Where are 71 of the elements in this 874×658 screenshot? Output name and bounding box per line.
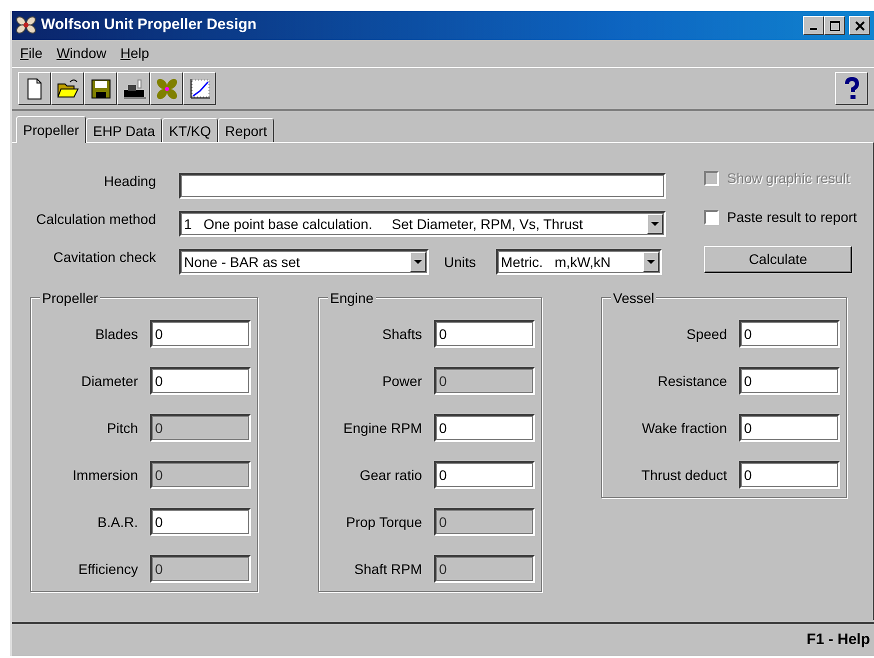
field-label: Blades <box>95 324 138 344</box>
help-button[interactable] <box>835 72 868 105</box>
field-label: Immersion <box>72 466 138 484</box>
field-label: Shafts <box>382 324 422 344</box>
help-icon <box>844 76 860 100</box>
number-field[interactable]: 0 <box>434 320 535 348</box>
number-field[interactable]: 0 <box>150 508 251 536</box>
open-folder-button[interactable] <box>51 72 84 105</box>
open-folder-icon <box>56 76 80 100</box>
menu-item[interactable]: Window <box>56 43 106 64</box>
minimize-icon <box>810 28 817 30</box>
field-label: Power <box>382 372 422 390</box>
machine-button[interactable] <box>117 72 150 105</box>
menu-item[interactable]: Help <box>120 43 150 64</box>
number-field: 0 <box>434 555 535 583</box>
number-field: 0 <box>150 414 251 442</box>
units-dropdown[interactable]: Metric. m,kW,kN <box>496 249 662 275</box>
field-label: Cavitation check <box>52 248 157 266</box>
number-field[interactable]: 0 <box>739 320 840 348</box>
field-label: B.A.R. <box>98 512 138 532</box>
method-dropdown[interactable]: 1 One point base calculation. Set Diameter, RPM, Vs, Thrust <box>179 211 666 237</box>
field-label: Wake fraction <box>642 418 727 438</box>
tab[interactable]: KT/KQ <box>162 118 218 142</box>
field-label: Diameter <box>81 372 138 390</box>
propeller-icon <box>154 76 178 100</box>
number-field[interactable]: 0 <box>739 367 840 395</box>
number-field: 0 <box>150 461 251 489</box>
number-field[interactable]: 0 <box>739 461 840 489</box>
number-field[interactable]: 0 <box>739 414 840 442</box>
menu-item[interactable]: File <box>20 43 43 64</box>
field-label: Prop Torque <box>346 512 422 532</box>
window-title: Wolfson Unit Propeller Design <box>41 15 257 36</box>
number-field[interactable]: 0 <box>434 461 535 489</box>
machine-icon <box>122 76 146 100</box>
field-label: Efficiency <box>78 560 138 579</box>
field-label: Calculation method <box>35 210 157 228</box>
propeller-icon <box>15 15 37 36</box>
tab[interactable]: EHP Data <box>86 118 162 142</box>
close-button[interactable] <box>849 16 870 35</box>
number-field: 0 <box>434 367 535 395</box>
number-field[interactable]: 0 <box>150 367 251 395</box>
chart-button[interactable] <box>183 72 216 105</box>
number-field: 0 <box>150 555 251 583</box>
field-label: Pitch <box>106 418 138 438</box>
minimize-button[interactable] <box>803 16 824 35</box>
field-label: Thrust deduct <box>641 466 727 484</box>
save-disk-button[interactable] <box>84 72 117 105</box>
propeller-button[interactable] <box>150 72 183 105</box>
field-label: Speed <box>686 324 727 344</box>
chart-icon <box>188 76 212 100</box>
number-field: 0 <box>434 508 535 536</box>
number-field[interactable]: 0 <box>434 414 535 442</box>
units-label: Units <box>444 252 476 272</box>
checkbox-option[interactable]: Paste result to report <box>704 206 857 228</box>
close-icon <box>854 20 864 30</box>
help-hint: F1 - Help <box>806 630 870 650</box>
tab[interactable]: Report <box>218 118 274 142</box>
calculate-button[interactable]: Calculate <box>704 246 852 273</box>
field-label: Engine RPM <box>343 418 422 438</box>
field-label: Heading <box>102 172 157 191</box>
field-label: Resistance <box>658 372 727 390</box>
maximize-icon <box>828 20 840 32</box>
field-label: Shaft RPM <box>354 560 422 578</box>
number-field[interactable]: 0 <box>150 320 251 348</box>
maximize-button[interactable] <box>824 16 845 35</box>
field-label: Gear ratio <box>360 466 422 484</box>
new-file-button[interactable] <box>18 72 51 105</box>
checkbox-option: Show graphic result <box>704 167 857 189</box>
cavitation-dropdown[interactable]: None - BAR as set <box>179 249 429 275</box>
heading-field[interactable] <box>179 173 666 199</box>
tab[interactable]: Propeller <box>16 116 86 143</box>
